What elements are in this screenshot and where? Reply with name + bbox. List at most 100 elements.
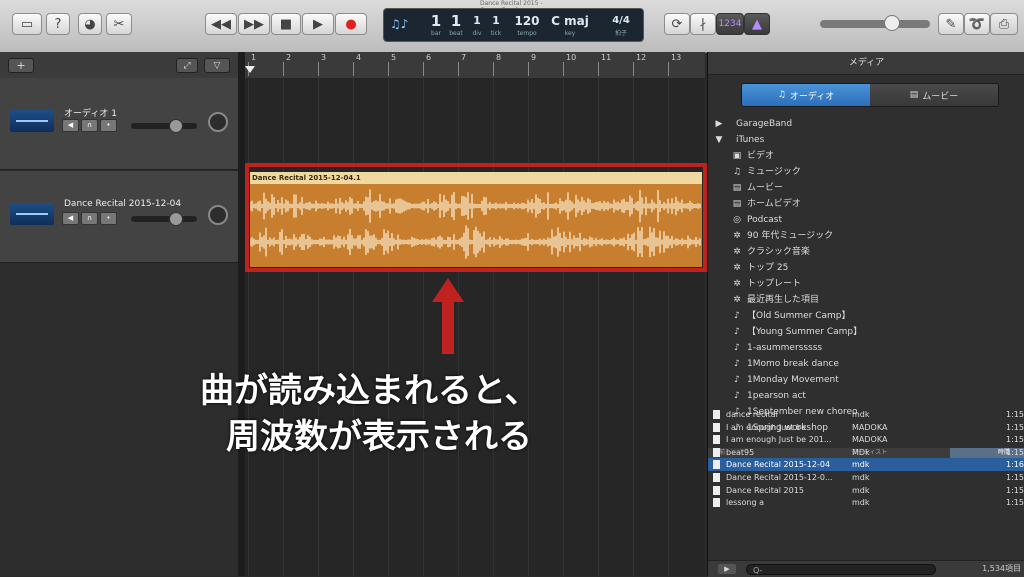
loop-browser-button[interactable]: ➰: [964, 13, 990, 35]
file-icon: [713, 498, 720, 508]
tree-icon: ♪: [734, 391, 740, 401]
mute-button[interactable]: ◀: [62, 212, 79, 225]
tree-item[interactable]: ✲ 90 年代ミュージック: [708, 228, 1024, 244]
tree-item[interactable]: ✲ トップ 25: [708, 260, 1024, 276]
file-artist: mdk: [852, 485, 870, 495]
track-volume-slider[interactable]: [131, 119, 197, 133]
preview-play-button[interactable]: ▶: [718, 564, 736, 574]
notepad-icon: ✎: [945, 16, 957, 32]
tab-movie-label: ムービー: [922, 91, 959, 102]
tree-icon: ✲: [733, 247, 741, 257]
file-row[interactable]: dance recital mdk 1:15: [708, 408, 1024, 421]
track-row[interactable]: Dance Recital 2015-12-04 ◀ ∩ •: [0, 171, 238, 263]
record-button[interactable]: ●: [335, 13, 367, 35]
catch-playhead-button[interactable]: ⤢: [176, 58, 198, 73]
file-row[interactable]: Dance Recital 2015 mdk 1:15: [708, 484, 1024, 497]
file-row[interactable]: I am enough Just be 201... MADOKA 1:15: [708, 433, 1024, 446]
media-search-input[interactable]: Q-: [746, 564, 936, 575]
count-in-button[interactable]: 1234: [716, 13, 744, 35]
library-button[interactable]: ▭: [12, 13, 42, 35]
tree-item-label: 【Young Summer Camp】: [747, 327, 863, 337]
volume-knob[interactable]: [169, 119, 183, 133]
grid-line: [353, 78, 354, 576]
tree-item[interactable]: ▤ ムービー: [708, 180, 1024, 196]
add-track-button[interactable]: +: [8, 58, 34, 73]
rewind-button[interactable]: ◀◀: [205, 13, 237, 35]
pan-knob[interactable]: [208, 205, 228, 225]
track-volume-slider[interactable]: [131, 212, 197, 226]
stop-button[interactable]: ■: [271, 13, 301, 35]
tuner-button[interactable]: ∤: [690, 13, 716, 35]
tree-item[interactable]: ♪ 1-asummersssss: [708, 340, 1024, 356]
headphones-icon[interactable]: ∩: [81, 119, 98, 132]
file-time: 1:15: [1006, 498, 1024, 508]
file-artist: MADOKA: [852, 435, 888, 445]
metronome-icon: ▲: [752, 16, 762, 32]
notepad-button[interactable]: ✎: [938, 13, 964, 35]
tree-item[interactable]: ♪ 1Monday Movement: [708, 372, 1024, 388]
tree-item[interactable]: ♫ ミュージック: [708, 164, 1024, 180]
tree-item-label: 1Monday Movement: [747, 375, 839, 385]
cycle-button[interactable]: ⟳: [664, 13, 690, 35]
file-row[interactable]: I am enough Just be MADOKA 1:15: [708, 421, 1024, 434]
tree-item[interactable]: ♪ 1pearson act: [708, 388, 1024, 404]
file-row[interactable]: Dance Recital 2015-12-0... mdk 1:15: [708, 471, 1024, 484]
tab-movie[interactable]: ▤ ムービー: [870, 84, 998, 106]
file-name: Dance Recital 2015-12-0...: [726, 473, 833, 482]
forward-button[interactable]: ▶▶: [238, 13, 270, 35]
tree-item[interactable]: ▣ ビデオ: [708, 148, 1024, 164]
master-volume-slider[interactable]: [820, 15, 930, 31]
tab-audio-label: オーディオ: [789, 91, 835, 102]
search-placeholder: Q-: [753, 566, 763, 575]
tree-item-label: ホームビデオ: [747, 199, 801, 209]
file-row[interactable]: beat95 MDk 1:15: [708, 446, 1024, 459]
record-enable-button[interactable]: •: [100, 212, 117, 225]
master-volume-knob[interactable]: [884, 15, 900, 31]
help-button[interactable]: ?: [46, 13, 70, 35]
playhead[interactable]: [245, 66, 255, 73]
tracks-area[interactable]: [245, 78, 705, 576]
grid-line: [668, 78, 669, 576]
record-enable-button[interactable]: •: [100, 119, 117, 132]
play-icon: ▶: [313, 16, 323, 32]
tree-item[interactable]: ♪ 【Old Summer Camp】: [708, 308, 1024, 324]
mute-button[interactable]: ◀: [62, 119, 79, 132]
editors-button[interactable]: ✂: [106, 13, 132, 35]
file-row[interactable]: lessong a mdk 1:15: [708, 496, 1024, 509]
pane-divider[interactable]: [238, 52, 245, 576]
play-button[interactable]: ▶: [302, 13, 334, 35]
tree-item[interactable]: ✲ トップレート: [708, 276, 1024, 292]
tree-item[interactable]: ✲ 最近再生した項目: [708, 292, 1024, 308]
smart-controls-button[interactable]: ◕: [78, 13, 102, 35]
tree-item-label: GarageBand: [736, 119, 793, 129]
metronome-button[interactable]: ▲: [744, 13, 770, 35]
tree-icon: ♪: [734, 311, 740, 321]
tree-item[interactable]: ▤ ホームビデオ: [708, 196, 1024, 212]
media-browser-button[interactable]: ⎙: [990, 13, 1018, 35]
tree-item[interactable]: ♪ 【Young Summer Camp】: [708, 324, 1024, 340]
item-count: 1,534項目: [982, 564, 1021, 573]
volume-knob[interactable]: [169, 212, 183, 226]
track-row[interactable]: オーディオ 1 ◀ ∩ •: [0, 78, 238, 170]
file-icon: [713, 485, 720, 495]
filter-button[interactable]: ▽: [204, 58, 230, 73]
tree-icon: ▣: [732, 151, 742, 161]
tree-item-label: 1pearson act: [747, 391, 806, 401]
tree-item[interactable]: ◎ Podcast: [708, 212, 1024, 228]
track-name: オーディオ 1: [64, 109, 117, 119]
tree-item[interactable]: ♪ 1Momo break dance: [708, 356, 1024, 372]
pan-knob[interactable]: [208, 112, 228, 132]
tree-item-label: Podcast: [747, 215, 783, 225]
stop-icon: ■: [279, 16, 293, 32]
headphones-icon[interactable]: ∩: [81, 212, 98, 225]
tree-item[interactable]: ▶ GarageBand: [708, 116, 1024, 132]
file-row[interactable]: Dance Recital 2015-12-04 mdk 1:16: [708, 458, 1024, 472]
timeline-ruler[interactable]: 1 2 3 4 5 6 7 8 9 10 11 12 13: [245, 52, 705, 79]
tree-item[interactable]: ▼ iTunes: [708, 132, 1024, 148]
tab-audio[interactable]: ♫ オーディオ: [742, 84, 870, 106]
grid-line: [318, 78, 319, 576]
lcd-display[interactable]: ♫♪ 1 bar 1 beat 1 div 1 tick 120 tempo C maj k…: [383, 8, 644, 42]
tree-item[interactable]: ✲ クラシック音楽: [708, 244, 1024, 260]
window-title: Dance Recital 2015 - GarageBand: [480, 0, 543, 14]
file-time: 1:15: [1006, 485, 1024, 495]
